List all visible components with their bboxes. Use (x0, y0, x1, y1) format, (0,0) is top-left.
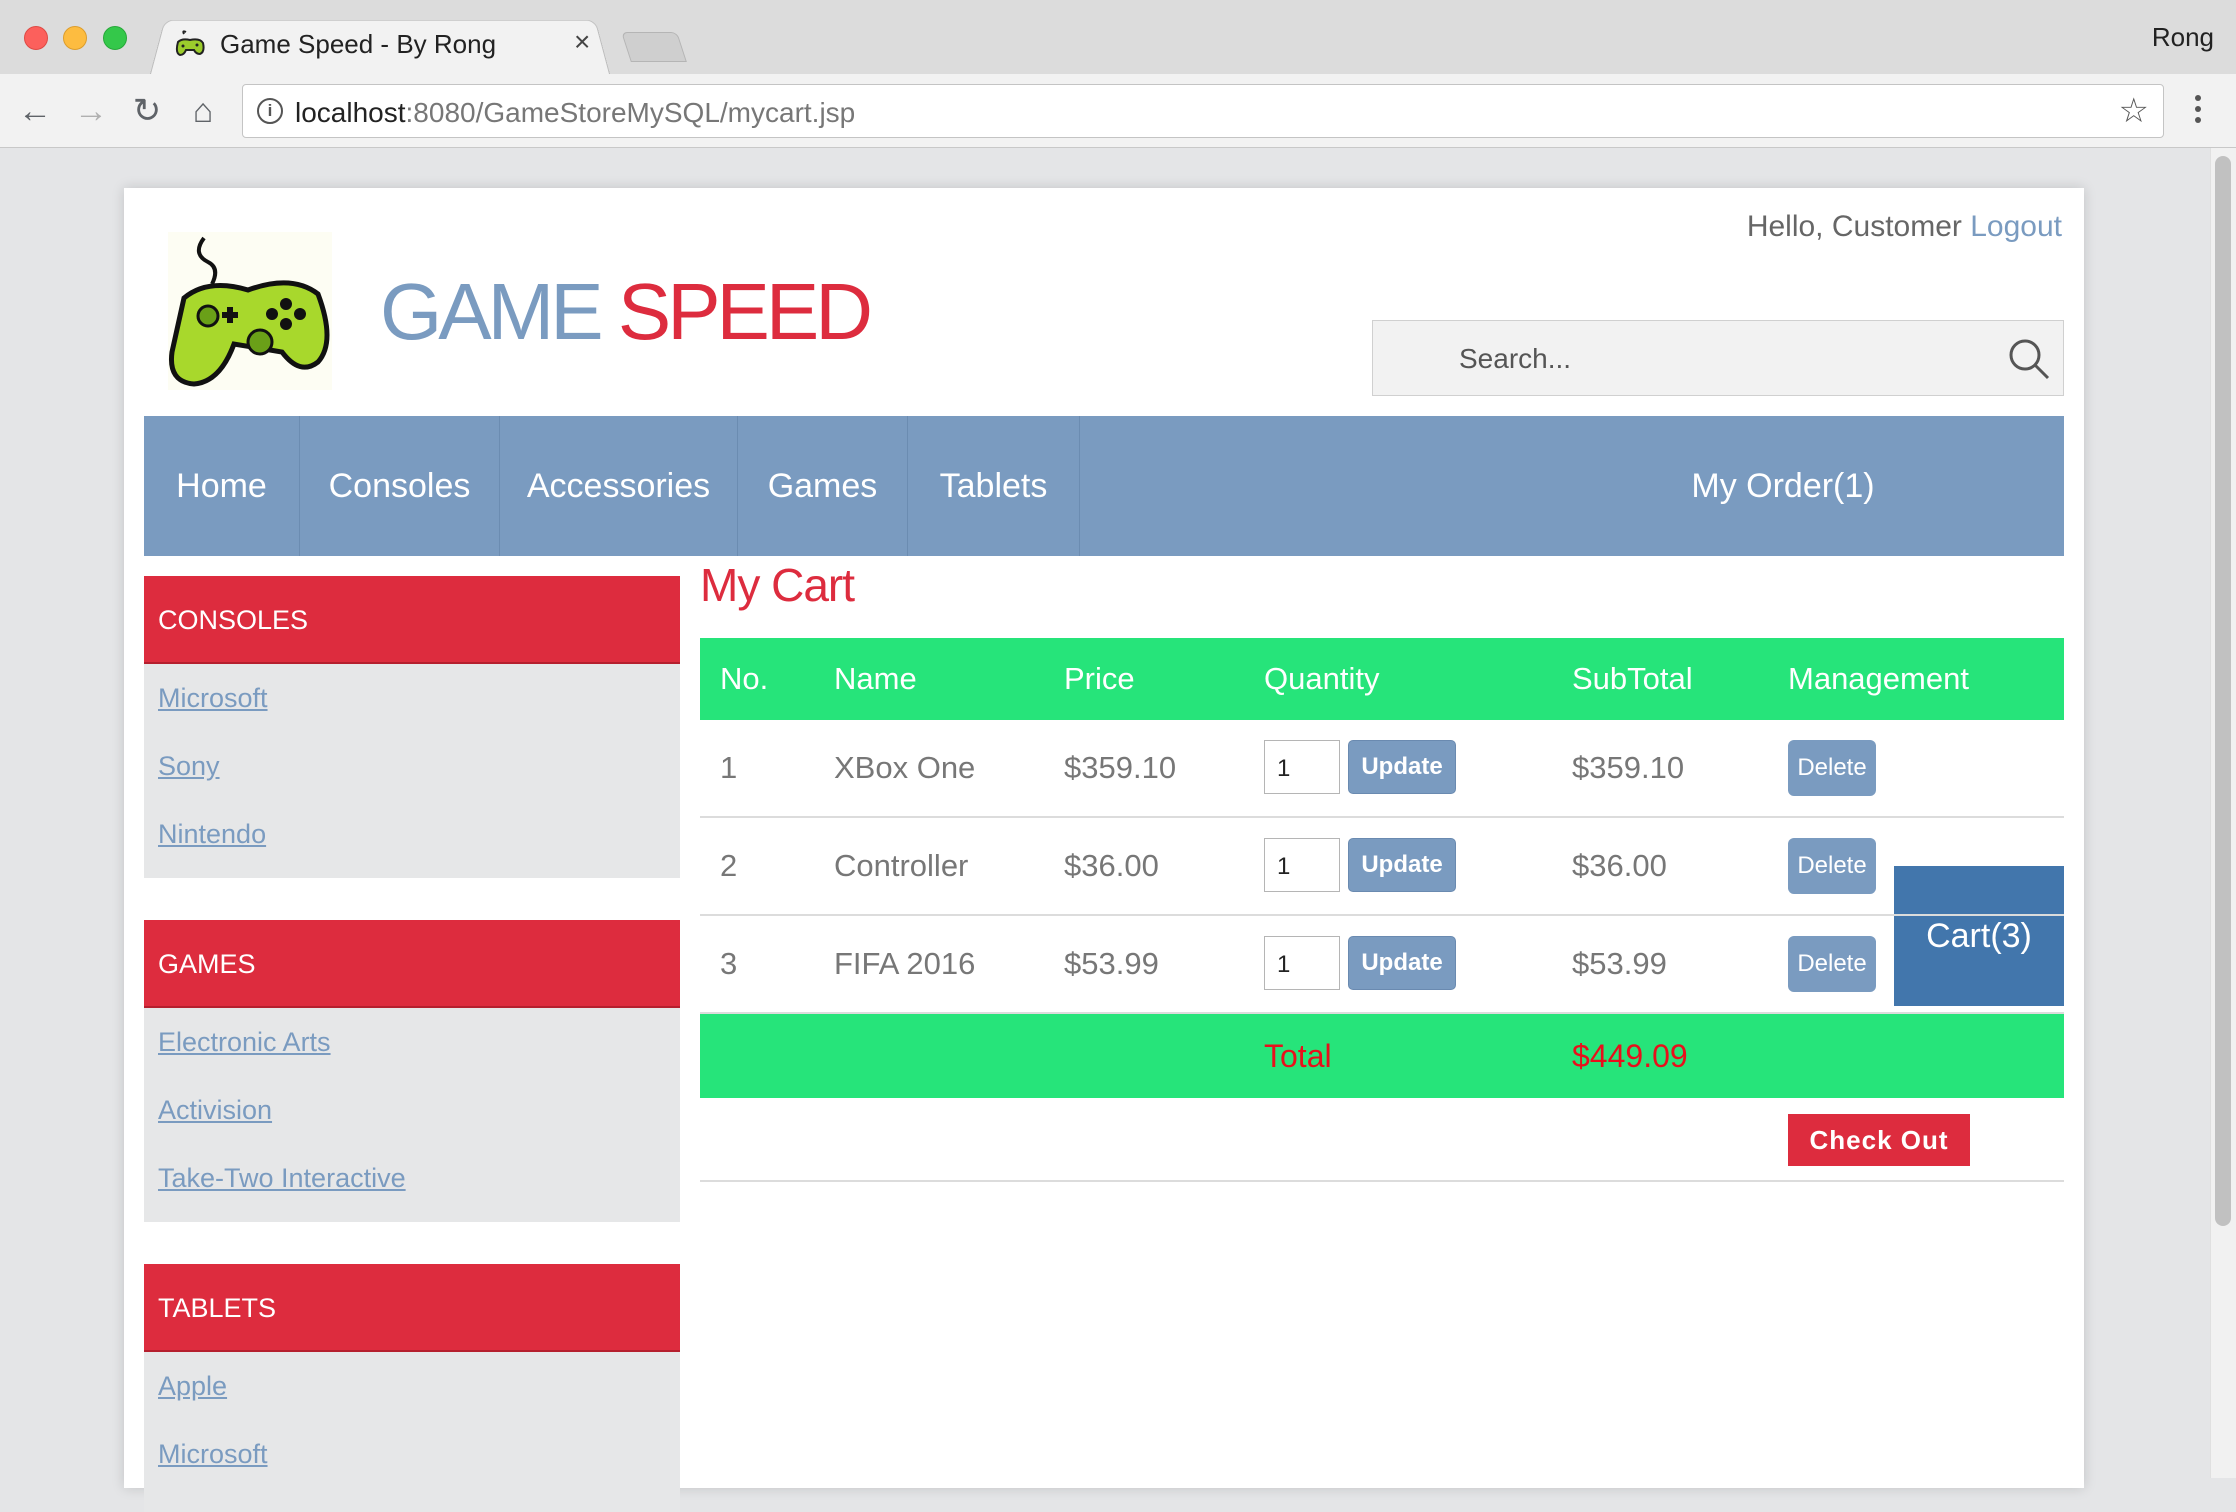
brand-title[interactable]: GAME SPEED (380, 266, 873, 358)
nav-home[interactable]: Home (144, 416, 300, 556)
site-info-icon[interactable]: i (257, 98, 283, 124)
delete-button[interactable]: Delete (1788, 740, 1876, 796)
row-subtotal: $36.00 (1572, 848, 1667, 883)
page-scrollbar[interactable] (2210, 148, 2236, 1478)
reload-icon[interactable]: ↻ (130, 94, 164, 128)
page-container: GAME SPEED Hello, Customer Logout Search… (124, 188, 2084, 1512)
quantity-input[interactable]: 1 (1264, 936, 1340, 990)
sidebar-link-electronic-arts[interactable]: Electronic Arts (144, 1012, 680, 1080)
sidebar-heading: TABLETS (144, 1264, 680, 1352)
col-name: Name (834, 661, 917, 696)
row-no: 3 (720, 946, 738, 981)
search-icon[interactable] (2007, 337, 2051, 381)
page-title: My Cart (700, 559, 855, 611)
col-price: Price (1064, 661, 1135, 696)
nav-accessories[interactable]: Accessories (500, 416, 738, 556)
sidebar-link-microsoft[interactable]: Microsoft (144, 668, 680, 736)
nav-tablets[interactable]: Tablets (908, 416, 1080, 556)
sidebar-heading: CONSOLES (144, 576, 680, 664)
row-name: FIFA 2016 (834, 946, 976, 981)
row-price: $359.10 (1064, 750, 1177, 785)
profile-name[interactable]: Rong (2152, 22, 2214, 53)
close-window-button[interactable] (24, 26, 48, 50)
nav-games[interactable]: Games (738, 416, 908, 556)
update-button[interactable]: Update (1348, 740, 1456, 794)
search-input[interactable]: Search... (1459, 343, 1571, 375)
maximize-window-button[interactable] (103, 26, 127, 50)
gamepad-logo-icon (168, 232, 332, 390)
search-box[interactable]: Search... (1372, 320, 2064, 396)
scrollbar-thumb[interactable] (2215, 156, 2231, 1226)
back-arrow-icon[interactable]: ← (18, 94, 52, 128)
gamepad-favicon-icon (175, 30, 205, 57)
greeting: Hello, Customer Logout (1747, 210, 2062, 244)
update-button[interactable]: Update (1348, 936, 1456, 990)
table-row: 3 FIFA 2016 $53.99 1 Update $53.99 Delet… (700, 916, 2064, 1014)
home-icon[interactable]: ⌂ (186, 94, 220, 128)
tab-close-icon[interactable]: × (574, 26, 590, 58)
bookmark-star-icon[interactable]: ☆ (2119, 91, 2149, 131)
delete-button[interactable]: Delete (1788, 936, 1876, 992)
sidebar-section-games: GAMES Electronic Arts Activision Take-Tw… (144, 920, 680, 1222)
checkout-button[interactable]: Check Out (1788, 1114, 1970, 1166)
tab-title: Game Speed - By Rong (220, 29, 497, 59)
row-name: XBox One (834, 750, 976, 785)
quantity-input[interactable]: 1 (1264, 740, 1340, 794)
address-bar[interactable]: i localhost:8080/GameStoreMySQL/mycart.j… (242, 84, 2164, 138)
sidebar-link-take-two[interactable]: Take-Two Interactive (144, 1148, 680, 1216)
sidebar-heading: GAMES (144, 920, 680, 1008)
logout-link[interactable]: Logout (1970, 210, 2062, 243)
minimize-window-button[interactable] (63, 26, 87, 50)
total-value: $449.09 (1572, 1038, 1688, 1074)
row-price: $36.00 (1064, 848, 1159, 883)
sidebar-link-nintendo[interactable]: Nintendo (144, 804, 680, 872)
col-no: No. (720, 661, 769, 696)
sidebar-section-tablets: TABLETS Apple Microsoft (144, 1264, 680, 1512)
table-row: 2 Controller $36.00 1 Update $36.00 Dele… (700, 818, 2064, 916)
col-management: Management (1788, 661, 1969, 696)
sidebar-section-consoles: CONSOLES Microsoft Sony Nintendo (144, 576, 680, 878)
browser-menu-icon[interactable] (2188, 92, 2208, 130)
delete-button[interactable]: Delete (1788, 838, 1876, 894)
row-no: 2 (720, 848, 738, 883)
sidebar-link-microsoft-tablets[interactable]: Microsoft (144, 1424, 680, 1492)
row-no: 1 (720, 750, 738, 785)
checkout-row: Check Out (700, 1098, 2064, 1182)
nav-consoles[interactable]: Consoles (300, 416, 500, 556)
url-text[interactable]: localhost:8080/GameStoreMySQL/mycart.jsp (295, 97, 855, 129)
cart-table: No. Name Price Quantity SubTotal Managem… (700, 638, 2064, 1182)
sidebar-link-sony[interactable]: Sony (144, 736, 680, 804)
browser-toolbar: ← → ↻ ⌂ i localhost:8080/GameStoreMySQL/… (0, 74, 2236, 148)
table-row: 1 XBox One $359.10 1 Update $359.10 Dele… (700, 720, 2064, 818)
main-nav: Home Consoles Accessories Games Tablets … (144, 416, 2064, 1006)
update-button[interactable]: Update (1348, 838, 1456, 892)
sidebar-link-apple[interactable]: Apple (144, 1356, 680, 1424)
browser-tab-bar: Game Speed - By Rong × Rong (0, 0, 2236, 74)
total-label: Total (1264, 1038, 1332, 1074)
nav-my-order[interactable]: My Order(1) (1672, 416, 1894, 556)
col-quantity: Quantity (1264, 661, 1380, 696)
row-name: Controller (834, 848, 969, 883)
forward-arrow-icon[interactable]: → (74, 94, 108, 128)
row-subtotal: $53.99 (1572, 946, 1667, 981)
col-subtotal: SubTotal (1572, 661, 1693, 696)
row-subtotal: $359.10 (1572, 750, 1685, 785)
greeting-text: Hello, Customer (1746, 210, 1962, 243)
total-row: Total $449.09 (700, 1014, 2064, 1098)
cart-table-header: No. Name Price Quantity SubTotal Managem… (700, 638, 2064, 720)
new-tab-button[interactable] (621, 32, 687, 62)
quantity-input[interactable]: 1 (1264, 838, 1340, 892)
row-price: $53.99 (1064, 946, 1159, 981)
sidebar-link-activision[interactable]: Activision (144, 1080, 680, 1148)
